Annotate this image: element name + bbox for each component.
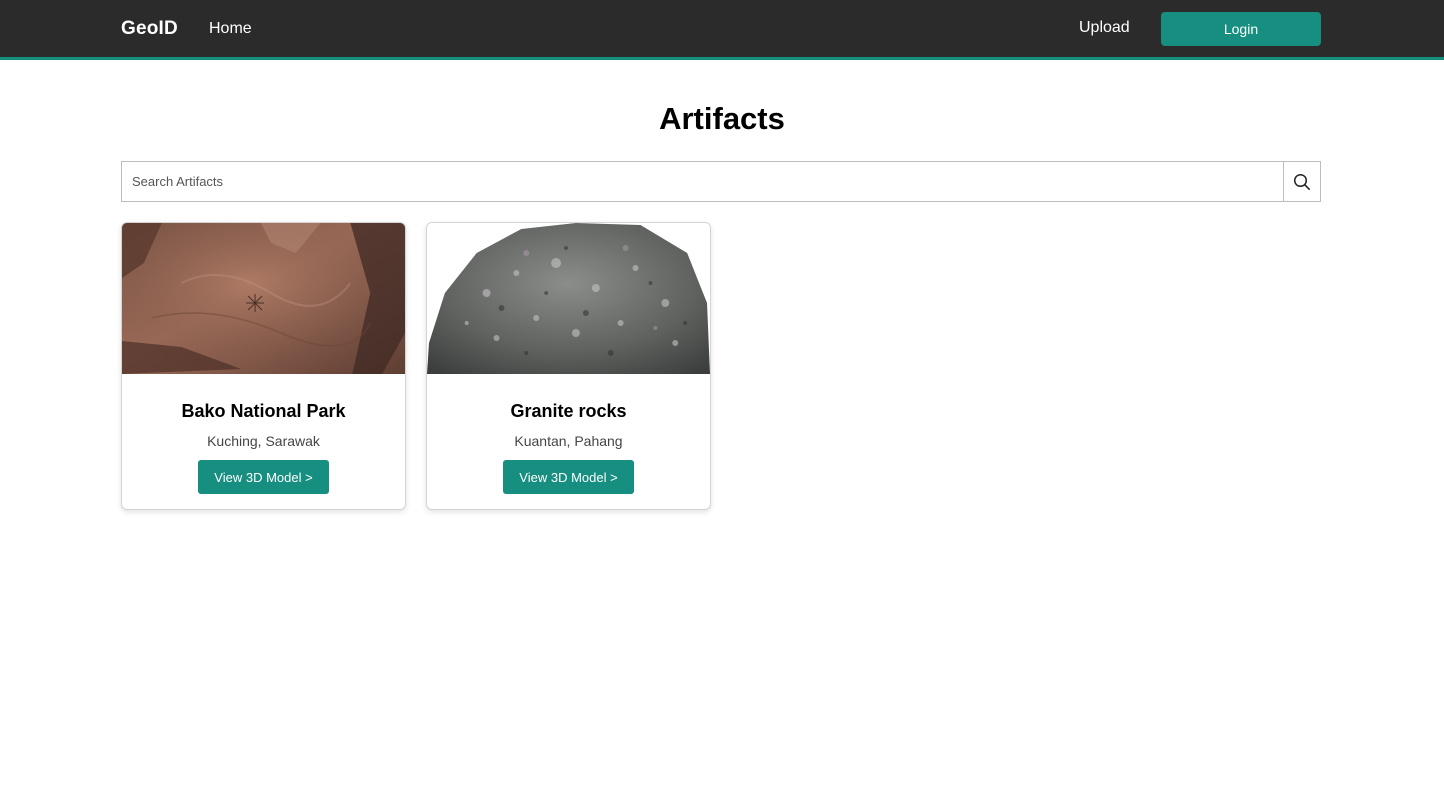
artifact-card: Granite rocks Kuantan, Pahang View 3D Mo… (426, 222, 711, 510)
brand-logo-link[interactable]: GeoID (121, 18, 178, 40)
artifact-location: Kuching, Sarawak (207, 433, 320, 449)
view-3d-model-button[interactable]: View 3D Model > (503, 460, 634, 494)
nav-home-link[interactable]: Home (209, 20, 252, 38)
artifact-image-granite (427, 223, 710, 374)
page-title: Artifacts (659, 101, 785, 136)
view-3d-model-button[interactable]: View 3D Model > (198, 460, 329, 494)
top-navbar: GeoID Home Upload Login (0, 0, 1444, 60)
nav-upload-link[interactable]: Upload (1079, 19, 1130, 37)
search-bar (121, 161, 1321, 202)
artifact-title: Granite rocks (510, 401, 627, 421)
search-icon (1293, 173, 1311, 190)
artifact-location: Kuantan, Pahang (514, 433, 623, 449)
login-button[interactable]: Login (1161, 12, 1321, 46)
artifact-card: Bako National Park Kuching, Sarawak View… (121, 222, 406, 510)
artifact-title: Bako National Park (181, 401, 346, 421)
search-button[interactable] (1283, 161, 1321, 202)
artifact-image-sandstone (122, 223, 405, 374)
search-input[interactable] (121, 161, 1283, 202)
